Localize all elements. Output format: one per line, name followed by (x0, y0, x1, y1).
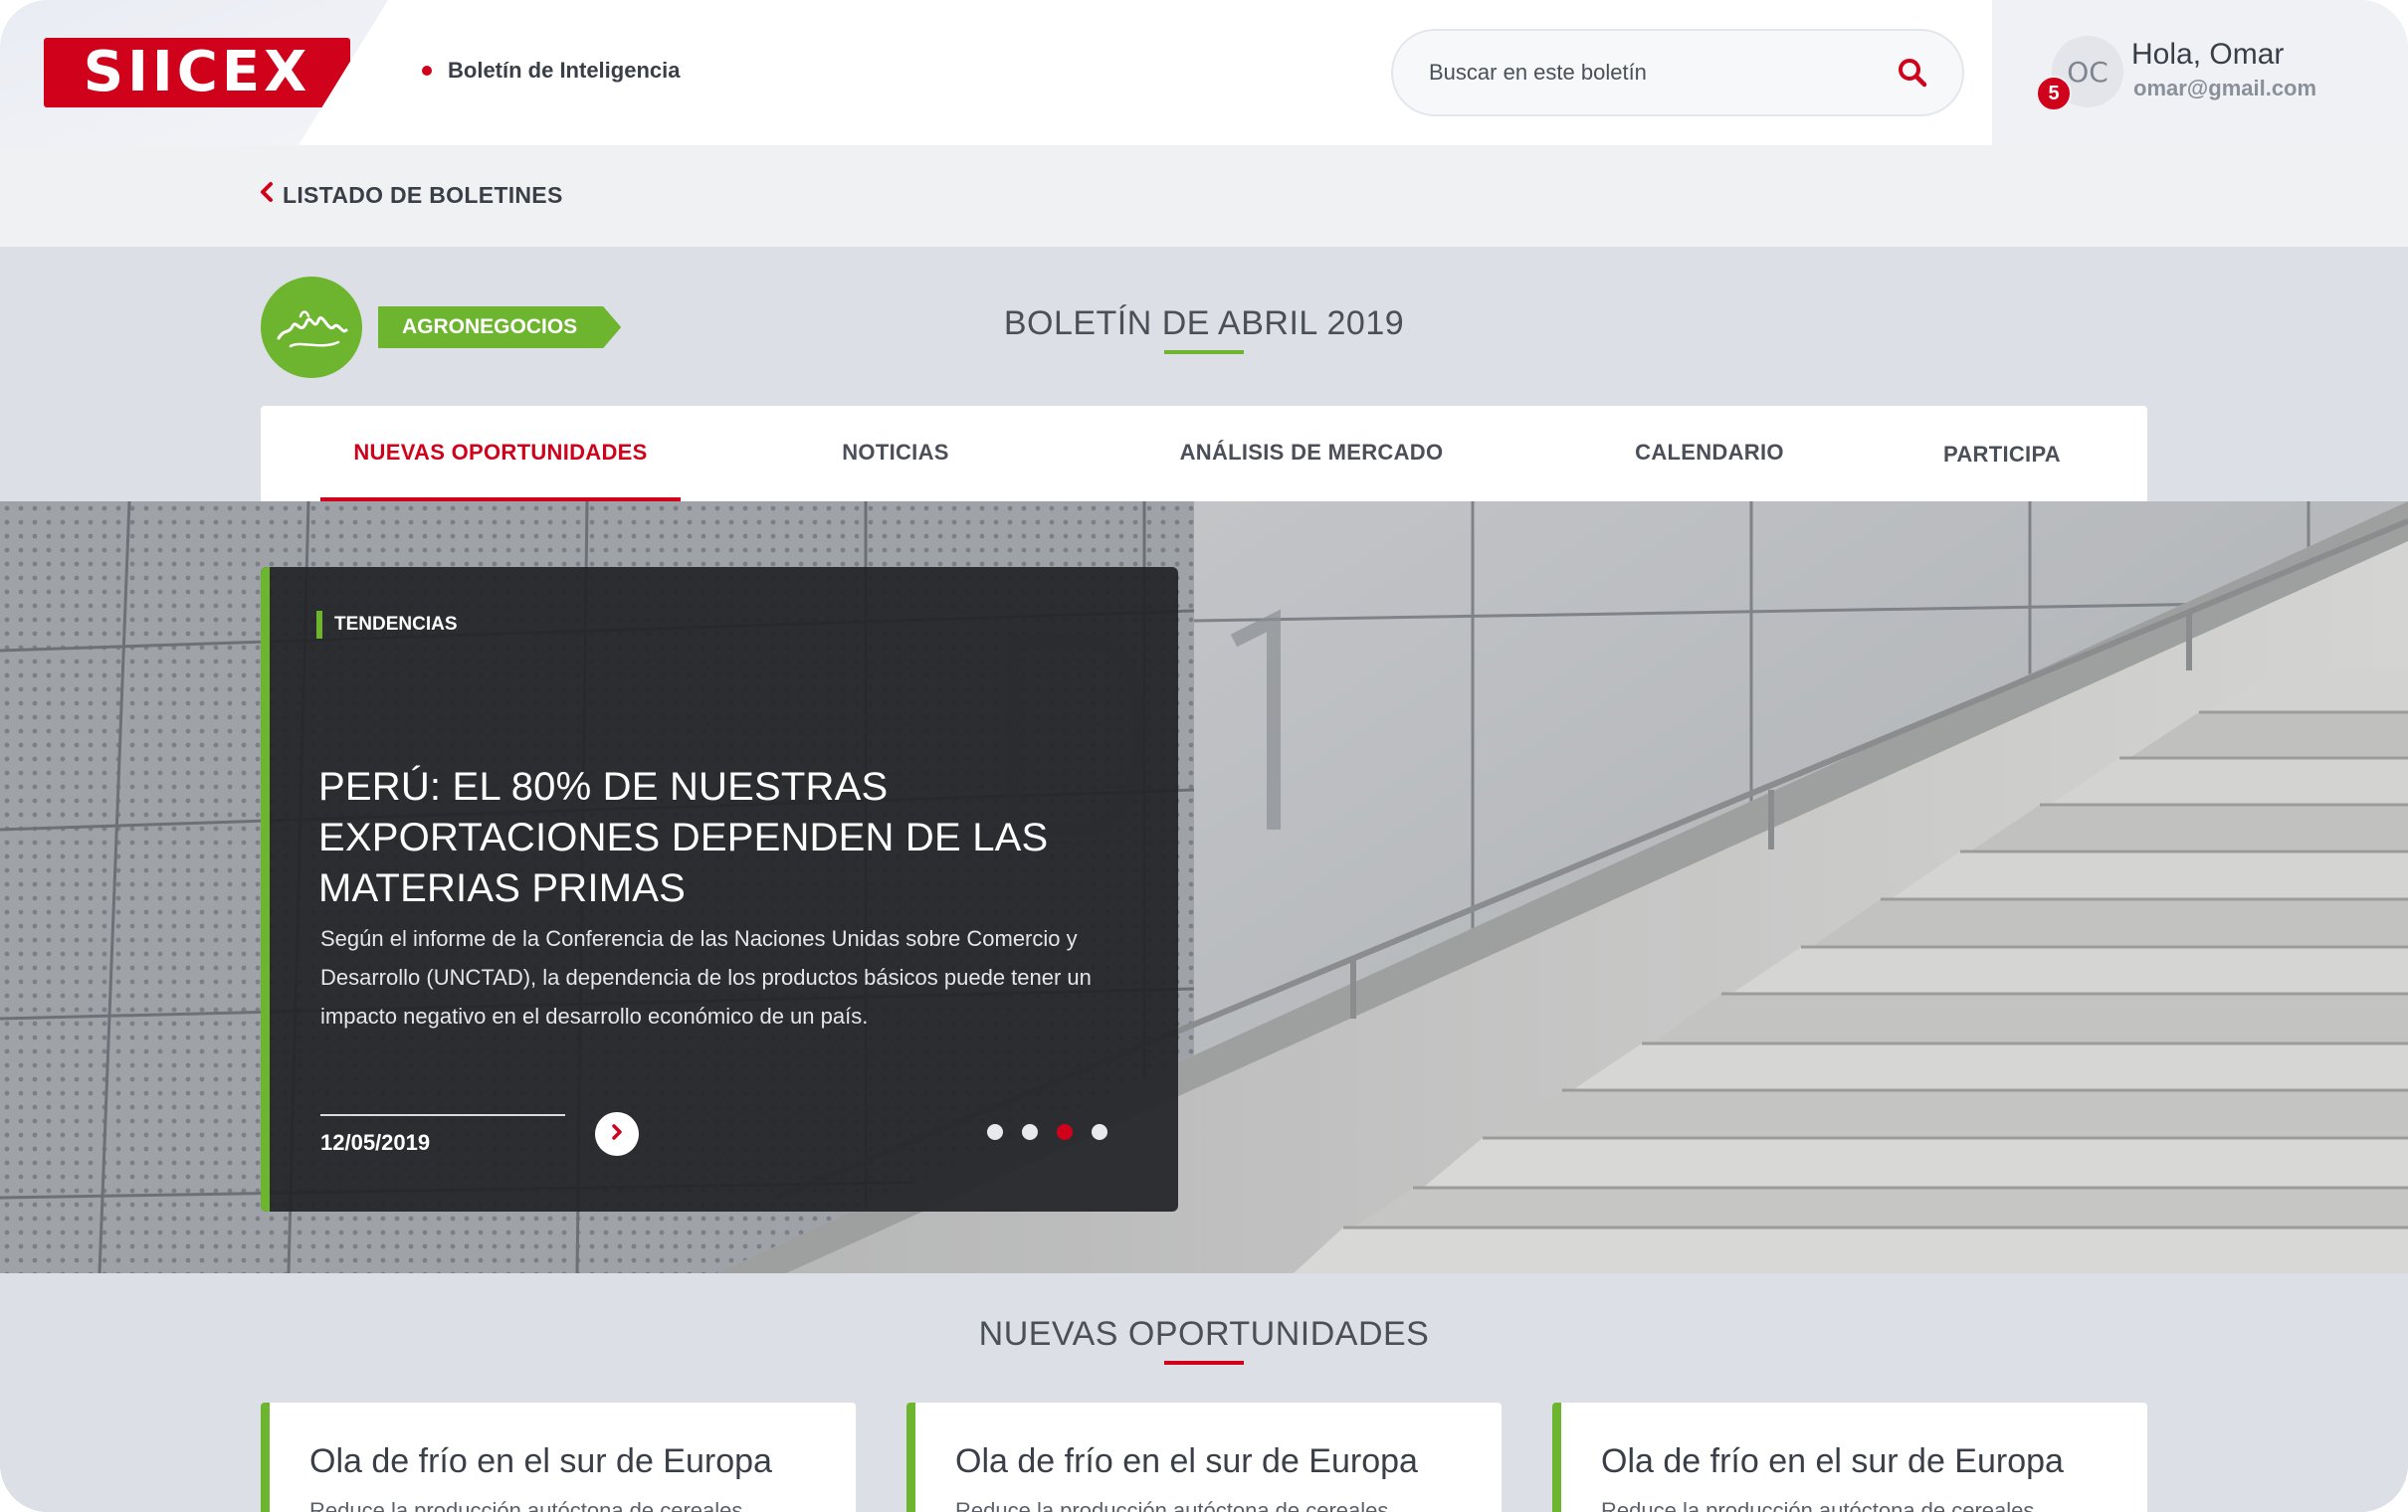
carousel-dot-2[interactable] (1022, 1124, 1038, 1140)
top-header: SIICEX Boletín de Inteligencia OC 5 (0, 0, 2408, 145)
card-title: Ola de frío en el sur de Europa (1601, 1442, 2064, 1480)
search-icon[interactable] (1895, 55, 1930, 91)
card-accent-bar (261, 567, 270, 1212)
breadcrumb-bar: LISTADO DE BOLETINES (0, 145, 2408, 247)
title-underline (1164, 350, 1244, 354)
carousel-dots (987, 1124, 1107, 1140)
date-divider (320, 1114, 565, 1116)
bullet-dot (422, 66, 432, 76)
article-title[interactable]: PERÚ: EL 80% DE NUESTRAS EXPORTACIONES D… (318, 762, 1134, 914)
notification-count: 5 (2048, 82, 2060, 104)
carousel-dot-4[interactable] (1092, 1124, 1107, 1140)
logo-text: SIICEX (83, 40, 311, 104)
avatar-initials: OC (2067, 55, 2108, 89)
search-input[interactable] (1429, 60, 1895, 86)
tab-analisis-de-mercado[interactable]: ANÁLISIS DE MERCADO (1106, 440, 1516, 466)
section-label-text: Boletín de Inteligencia (448, 58, 681, 83)
siicex-logo[interactable]: SIICEX (44, 38, 350, 107)
chevron-right-icon (607, 1122, 627, 1147)
featured-article-card[interactable]: TENDENCIAS PERÚ: EL 80% DE NUESTRAS EXPO… (261, 567, 1178, 1212)
logo-area: SIICEX (0, 0, 388, 145)
tab-calendario[interactable]: CALENDARIO (1580, 440, 1839, 466)
tab-participa[interactable]: PARTICIPA (1893, 442, 2111, 468)
card-text: Reduce la producción autóctona de cereal… (955, 1498, 1389, 1512)
section-title-underline (1164, 1361, 1244, 1365)
tab-noticias[interactable]: NOTICIAS (736, 440, 1055, 466)
article-date: 12/05/2019 (320, 1130, 431, 1155)
card-text: Reduce la producción autóctona de cereal… (309, 1498, 743, 1512)
tab-bar: NUEVAS OPORTUNIDADES NOTICIAS ANÁLISIS D… (261, 406, 2147, 501)
article-summary: Según el informe de la Conferencia de la… (320, 926, 1092, 1029)
bulletin-header: AGRONEGOCIOS BOLETÍN DE ABRIL 2019 NUEVA… (0, 247, 2408, 501)
breadcrumb-back-link[interactable]: LISTADO DE BOLETINES (259, 181, 563, 209)
search-box[interactable] (1391, 29, 1964, 116)
section-title: NUEVAS OPORTUNIDADES (978, 1315, 1430, 1353)
tab-nuevas-oportunidades[interactable]: NUEVAS OPORTUNIDADES (320, 440, 681, 466)
user-email: omar@gmail.com (2133, 76, 2317, 100)
opportunity-card[interactable]: Ola de frío en el sur de Europa Reduce l… (1552, 1403, 2147, 1512)
opportunities-section: NUEVAS OPORTUNIDADES Ola de frío en el s… (0, 1273, 2408, 1512)
app-frame: SIICEX Boletín de Inteligencia OC 5 (0, 0, 2408, 1512)
user-greeting: Hola, Omar (2131, 38, 2285, 71)
carousel-dot-1[interactable] (987, 1124, 1003, 1140)
carousel-dot-3[interactable] (1057, 1124, 1073, 1140)
card-text: Reduce la producción autóctona de cereal… (1601, 1498, 2035, 1512)
card-title: Ola de frío en el sur de Europa (955, 1442, 1418, 1480)
article-tag: TENDENCIAS (316, 611, 458, 639)
user-panel[interactable]: OC 5 Hola, Omar omar@gmail.com (1992, 0, 2408, 145)
card-title: Ola de frío en el sur de Europa (309, 1442, 772, 1480)
breadcrumb-label: LISTADO DE BOLETINES (283, 181, 563, 208)
opportunity-card[interactable]: Ola de frío en el sur de Europa Reduce l… (906, 1403, 1502, 1512)
notification-badge[interactable]: 5 (2036, 76, 2072, 111)
read-more-button[interactable] (595, 1112, 639, 1156)
section-label: Boletín de Inteligencia (422, 58, 680, 84)
opportunity-card[interactable]: Ola de frío en el sur de Europa Reduce l… (261, 1403, 856, 1512)
hero-banner: TENDENCIAS PERÚ: EL 80% DE NUESTRAS EXPO… (0, 501, 2408, 1273)
chevron-left-icon (259, 181, 275, 209)
bulletin-title: BOLETÍN DE ABRIL 2019 (1003, 304, 1405, 342)
